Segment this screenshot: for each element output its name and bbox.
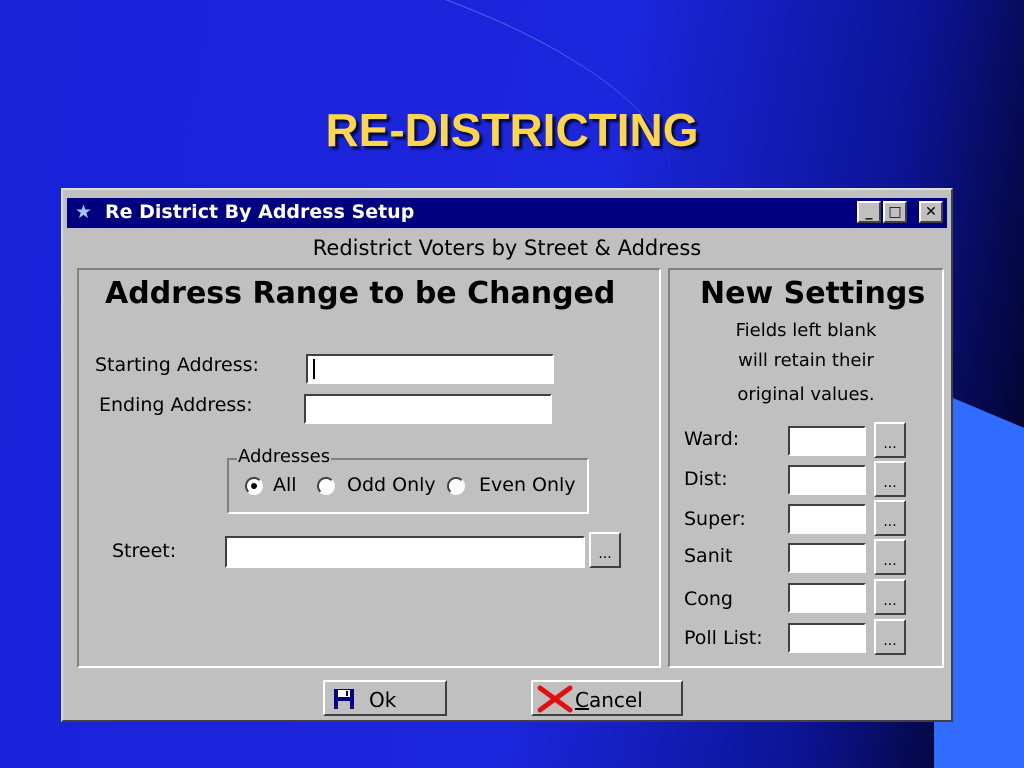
even-only-radio-label: Even Only [479,474,576,496]
red-x-icon [537,685,573,713]
dist-lookup-button[interactable]: ... [874,461,906,497]
street-label: Street: [112,540,177,562]
cancel-button-label: Cancel [575,688,643,712]
sanit-lookup-button[interactable]: ... [874,539,906,575]
all-radio-label: All [273,474,297,496]
ending-address-input[interactable] [304,394,552,424]
ok-button[interactable]: Ok [323,680,447,716]
ward-lookup-button[interactable]: ... [874,422,906,458]
addresses-legend: Addresses [237,446,332,467]
new-settings-note-line-1: Fields left blank [735,320,877,341]
ending-address-label: Ending Address: [99,394,253,416]
re-district-setup-window: ★ Re District By Address Setup _ □ ✕ Red… [61,188,953,722]
new-settings-heading: New Settings [700,276,926,311]
all-radio[interactable] [245,477,263,495]
dist-input[interactable] [788,465,866,495]
poll-list-input[interactable] [788,623,866,653]
window-title: Re District By Address Setup [105,201,415,223]
super-lookup-button[interactable]: ... [874,500,906,536]
ok-button-label: Ok [369,688,397,712]
poll-list-label: Poll List: [684,627,763,649]
poll-list-lookup-button[interactable]: ... [874,619,906,655]
new-settings-note-line-3: original values. [737,384,875,405]
sanit-label: Sanit [684,545,733,567]
odd-only-radio-label: Odd Only [347,474,436,496]
minimize-button[interactable]: _ [857,201,881,223]
super-input[interactable] [788,504,866,534]
cancel-label-rest: ancel [588,688,643,712]
close-button[interactable]: ✕ [919,201,943,223]
new-settings-note-line-2: will retain their [738,350,874,371]
ward-label: Ward: [684,428,740,450]
cancel-mnemonic: C [575,688,589,712]
text-caret [313,359,315,379]
cong-label: Cong [684,588,733,610]
odd-only-radio[interactable] [317,477,335,495]
maximize-button[interactable]: □ [883,201,907,223]
addresses-radio-group: Addresses All Odd Only Even Only [227,446,589,514]
dist-label: Dist: [684,468,728,490]
window-subtitle: Redistrict Voters by Street & Address [312,236,702,260]
new-settings-group: New Settings Fields left blank will reta… [668,268,944,668]
super-label: Super: [684,508,746,530]
starting-address-label: Starting Address: [95,354,259,376]
address-range-heading: Address Range to be Changed [105,276,616,311]
floppy-disk-icon [334,689,354,709]
sanit-input[interactable] [788,543,866,573]
cong-lookup-button[interactable]: ... [874,579,906,615]
even-only-radio[interactable] [447,477,465,495]
address-range-group: Address Range to be Changed Starting Add… [77,268,661,668]
street-lookup-button[interactable]: ... [589,532,621,568]
cong-input[interactable] [788,583,866,613]
cancel-button[interactable]: Cancel [531,680,683,716]
app-star-icon: ★ [75,201,93,223]
ward-input[interactable] [788,426,866,456]
street-input[interactable] [225,536,585,568]
window-titlebar[interactable]: ★ Re District By Address Setup _ □ ✕ [67,198,947,228]
slide-title: RE-DISTRICTING [325,104,699,156]
starting-address-input[interactable] [306,354,554,384]
